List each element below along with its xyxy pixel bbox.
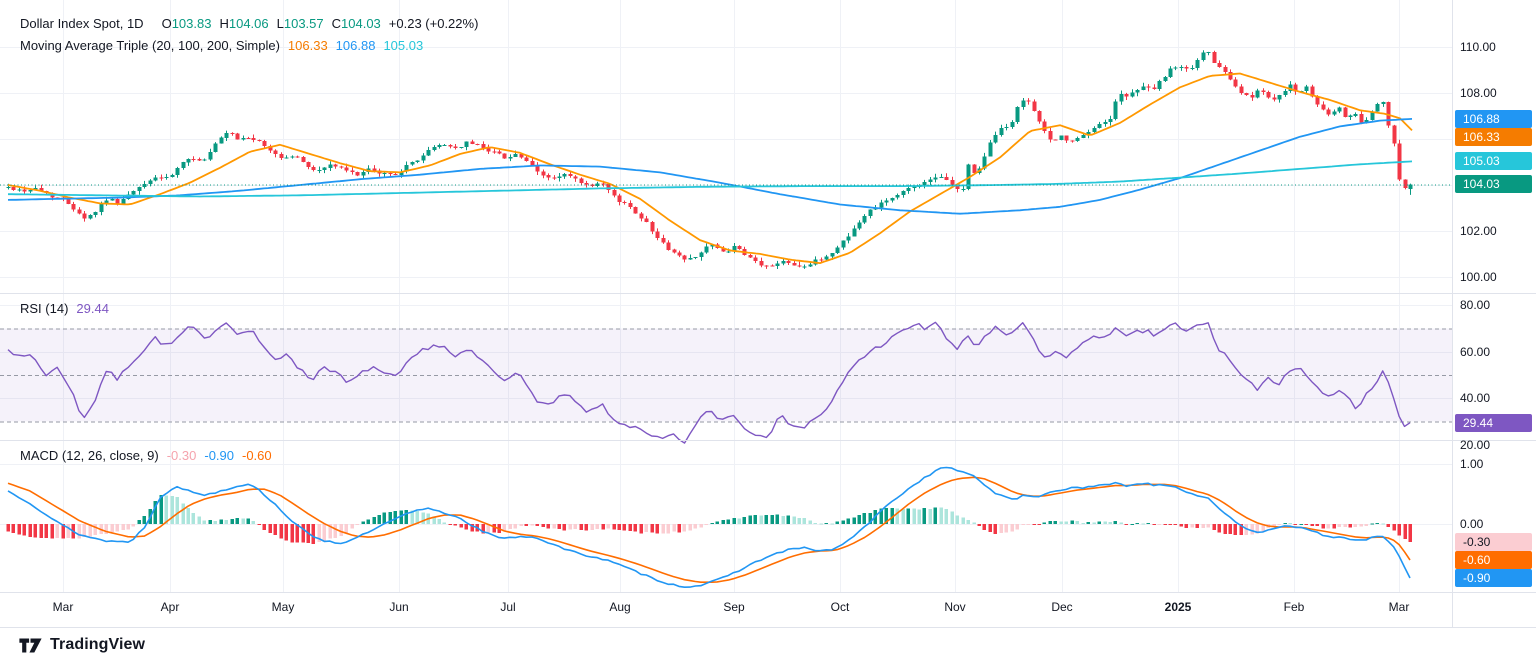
macd-axis-label: 1.00 [1460, 457, 1484, 471]
time-label-Dec[interactable]: Dec [1051, 600, 1072, 614]
close-value: 104.03 [341, 16, 381, 31]
macd-badge--0.60: -0.60 [1455, 551, 1532, 570]
time-label-Sep[interactable]: Sep [723, 600, 744, 614]
price-badge-106.33: 106.33 [1455, 127, 1532, 146]
time-label-Jul[interactable]: Jul [500, 600, 515, 614]
time-label-Jun[interactable]: Jun [389, 600, 408, 614]
time-label-Mar[interactable]: Mar [1389, 600, 1410, 614]
change-value: +0.23 (+0.22%) [388, 16, 479, 31]
macd-value-1: -0.90 [204, 448, 234, 463]
macd-values: -0.30 -0.90 -0.60 [159, 448, 272, 463]
time-label-Apr[interactable]: Apr [161, 600, 180, 614]
close-label: C [331, 16, 342, 31]
rsi-indicator-label[interactable]: RSI (14) [20, 301, 68, 316]
macd-badge--0.90: -0.90 [1455, 569, 1532, 588]
time-label-Nov[interactable]: Nov [944, 600, 965, 614]
time-label-2025[interactable]: 2025 [1165, 600, 1192, 614]
macd-value-2: -0.60 [242, 448, 272, 463]
ma-value-2: 105.03 [383, 38, 424, 53]
price-axis-label: 108.00 [1460, 86, 1497, 101]
ma-indicator-label[interactable]: Moving Average Triple (20, 100, 200, Sim… [20, 38, 280, 53]
price-axis-label: 110.00 [1460, 40, 1496, 55]
ma-indicator-row: Moving Average Triple (20, 100, 200, Sim… [20, 38, 423, 53]
time-label-Oct[interactable]: Oct [831, 600, 850, 614]
low-value: 103.57 [283, 16, 324, 31]
macd-indicator-row: MACD (12, 26, close, 9) -0.30 -0.90 -0.60 [20, 448, 272, 463]
price-axis-label: 102.00 [1460, 223, 1497, 238]
low-label: L [276, 16, 284, 31]
ma-value-1: 106.88 [335, 38, 376, 53]
open-label: O [161, 16, 172, 31]
macd-axis-label: 0.00 [1460, 517, 1484, 531]
macd-indicator-label[interactable]: MACD (12, 26, close, 9) [20, 448, 159, 463]
price-badge-104.03: 104.03 [1455, 175, 1532, 194]
rsi-badge: 29.44 [1455, 413, 1532, 432]
rsi-axis-label: 80.00 [1460, 298, 1491, 313]
rsi-indicator-row: RSI (14) 29.44 [20, 301, 109, 316]
tradingview-logo-icon [19, 638, 42, 652]
time-label-Aug[interactable]: Aug [609, 600, 630, 614]
ma-value-0: 106.33 [287, 38, 328, 53]
open-value: 103.83 [171, 16, 212, 31]
rsi-axis-label: 60.00 [1460, 344, 1491, 359]
trading-chart: Dollar Index Spot, 1D O103.83 H104.06 L103.… [0, 0, 1536, 666]
price-axis-label: 100.00 [1460, 269, 1497, 284]
time-label-Feb[interactable]: Feb [1284, 600, 1305, 614]
tradingview-logo-text: TradingView [50, 636, 146, 653]
high-label: H [219, 16, 229, 31]
rsi-value: 29.44 [76, 301, 109, 316]
time-label-Mar[interactable]: Mar [53, 600, 74, 614]
chart-canvas[interactable] [0, 0, 1536, 666]
tradingview-logo[interactable]: TradingView [18, 636, 145, 654]
price-badge-105.03: 105.03 [1455, 152, 1532, 171]
high-value: 104.06 [228, 16, 269, 31]
ohlc-row: Dollar Index Spot, 1D O103.83 H104.06 L103.… [20, 16, 478, 31]
symbol-title[interactable]: Dollar Index Spot, 1D [20, 16, 144, 31]
macd-badge--0.30: -0.30 [1455, 533, 1532, 551]
price-badge-106.88: 106.88 [1455, 109, 1532, 128]
rsi-axis-label: 20.00 [1460, 437, 1491, 452]
time-label-May[interactable]: May [272, 600, 295, 614]
ma-values: 106.33 106.88 105.03 [280, 38, 423, 53]
macd-value-0: -0.30 [166, 448, 197, 463]
rsi-axis-label: 40.00 [1460, 391, 1491, 406]
